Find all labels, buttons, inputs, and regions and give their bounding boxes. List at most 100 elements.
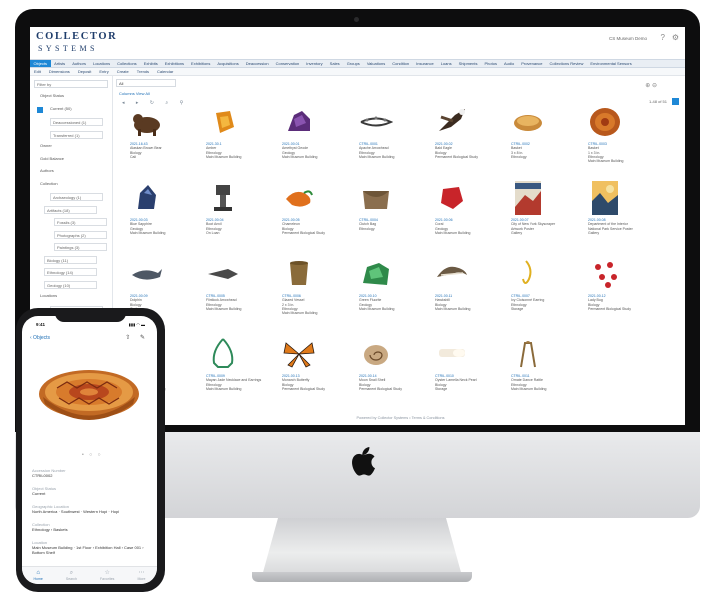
object-thumbnail[interactable] — [435, 105, 469, 139]
sidebar-filter-item[interactable]: Fossils (3) — [54, 218, 107, 226]
object-card[interactable]: CTRIL.0005 Flintlock Arrowhead Ethnology Ma… — [194, 257, 264, 332]
object-thumbnail[interactable] — [588, 105, 622, 139]
object-thumbnail[interactable] — [282, 257, 316, 291]
nav-tab[interactable]: Conservation — [272, 61, 303, 66]
object-thumbnail[interactable] — [588, 181, 622, 215]
subnav-item[interactable]: Create — [113, 69, 133, 74]
sidebar-filter-item[interactable]: Collection — [40, 181, 58, 186]
object-card[interactable]: 2021.00.10 Green Fluorite Geology Main Muse… — [347, 257, 417, 332]
object-thumbnail[interactable] — [359, 337, 393, 371]
subnav-item[interactable]: Calendar — [153, 69, 177, 74]
object-thumbnail[interactable] — [130, 181, 164, 215]
object-thumbnail[interactable] — [511, 257, 545, 291]
object-card[interactable]: 2021.00.12 Lady Bug Biology Permanent Biolo… — [576, 257, 646, 332]
user-menu[interactable]: CS Museum Demo — [609, 36, 647, 41]
object-card[interactable]: 2021.00.08 Department of the Interior Nati… — [576, 181, 646, 256]
object-thumbnail[interactable] — [282, 337, 316, 371]
view-select[interactable]: All — [116, 79, 176, 87]
object-card[interactable]: CTRIL.0002 Basket 3 x 8 in. Ethnology — [499, 105, 569, 180]
mobile-tab[interactable]: ⌂ Home — [34, 570, 43, 582]
sidebar-filter-item[interactable]: Photographs (2) — [54, 230, 107, 239]
nav-tab[interactable]: Acquisitions — [214, 61, 242, 66]
nav-tab[interactable]: Valuations — [363, 61, 388, 66]
nav-tab[interactable]: Deaccession — [242, 61, 272, 66]
mobile-tab[interactable]: ⋯ More — [137, 570, 145, 582]
sidebar-filter-item[interactable]: Deaccessioned (1) — [50, 118, 103, 126]
sidebar-filter-item[interactable]: Archaeology (1) — [50, 193, 103, 201]
object-thumbnail[interactable] — [359, 181, 393, 215]
mobile-tab[interactable]: ⌕ Search — [66, 570, 77, 582]
object-thumbnail[interactable] — [435, 257, 469, 291]
object-thumbnail[interactable] — [206, 181, 240, 215]
object-card[interactable]: 2021.30.1 Amber Ethnology Main Museum Build… — [194, 105, 264, 180]
sidebar-filter-item[interactable]: Owner — [40, 143, 52, 148]
object-card[interactable]: 2021.00.14 Moon Snail Shell Biology Permane… — [347, 337, 417, 412]
subnav-item[interactable]: Entry — [95, 69, 112, 74]
object-thumbnail[interactable] — [435, 337, 469, 371]
sidebar-filter-item[interactable]: Authors — [40, 168, 54, 173]
nav-tab[interactable]: Locations — [89, 61, 113, 66]
object-thumbnail[interactable] — [511, 181, 545, 215]
carousel-dots[interactable]: • ○ ○ — [82, 452, 103, 458]
object-thumbnail[interactable] — [130, 257, 164, 291]
sidebar-filter-item[interactable]: Current (50) — [50, 106, 72, 111]
object-thumbnail[interactable] — [282, 181, 316, 215]
nav-tab[interactable]: Environmental Sensors — [587, 61, 635, 66]
object-thumbnail[interactable] — [206, 105, 240, 139]
object-card[interactable]: CTRIL.0004 Clutch Bag Ethnology — [347, 181, 417, 256]
nav-tab[interactable]: Exhibitions — [161, 61, 187, 66]
sidebar-filter-item[interactable]: Biology (11) — [44, 255, 97, 264]
object-card[interactable]: 2021.00.05 Chameleon Biology Permanent Biol… — [270, 181, 340, 256]
back-button[interactable]: ‹ Objects — [30, 335, 50, 341]
object-thumbnail[interactable] — [206, 337, 240, 371]
nav-tab[interactable]: Artists — [51, 61, 69, 66]
nav-tab[interactable]: Collections Review — [546, 61, 587, 66]
nav-tab[interactable]: Audio — [500, 61, 517, 66]
object-card[interactable]: 2021.16.43 Alaskan Brown Bear Biology Cali — [118, 105, 188, 180]
filter-input[interactable]: Filter by — [34, 80, 108, 88]
sidebar-filter-item[interactable]: Locations — [40, 293, 57, 298]
object-card[interactable]: 2021.00.02 Bald Eagle Biology Permanent Bio… — [423, 105, 493, 180]
nav-tab[interactable]: Sales — [326, 61, 343, 66]
share-edit-icons[interactable]: ⇧ ✎ — [125, 334, 149, 341]
object-card[interactable]: CTRIL.0009 Mayan Jade Necklace and Earrin… — [194, 337, 264, 412]
nav-tab[interactable]: Condition — [389, 61, 413, 66]
nav-tab[interactable]: Photos — [481, 61, 500, 66]
object-thumbnail[interactable] — [435, 181, 469, 215]
object-thumbnail[interactable] — [282, 105, 316, 139]
nav-tab[interactable]: Authors — [69, 61, 90, 66]
subnav-item[interactable]: Edit — [30, 69, 45, 74]
subnav-item[interactable]: Trends — [133, 69, 153, 74]
object-card[interactable]: 2021.00.06 Coral Geology Main Museum Buildi… — [423, 181, 493, 256]
sidebar-filter-item[interactable]: Artifacts (18) — [44, 205, 97, 214]
nav-tab[interactable]: Exhibitions — [188, 61, 214, 66]
nav-tab[interactable]: Groups — [343, 61, 363, 66]
sidebar-filter-item[interactable]: Object Status — [40, 93, 64, 98]
object-card[interactable]: CTRIL.0011 Ornate Dance Rattle Ethnology Ma… — [499, 337, 569, 412]
object-card[interactable]: 2021.00.04 Boot Anvil Ethnology On Loan — [194, 181, 264, 256]
settings-icon[interactable]: ⚙ — [672, 33, 679, 42]
nav-tab[interactable]: Provenance — [518, 61, 546, 66]
object-card[interactable]: 2021.00.07 City of New York Skyscraper Art… — [499, 181, 569, 256]
object-card[interactable]: CTRIL.0010 Oyster Lamella Neck Pearl Biolo… — [423, 337, 493, 412]
grid-view-toggle[interactable] — [672, 98, 679, 105]
checkbox-icon[interactable] — [37, 106, 43, 113]
object-card[interactable]: 2021.00.11 Hawksbill Biology Main Museum Bu… — [423, 257, 493, 332]
object-thumbnail[interactable] — [588, 257, 622, 291]
object-thumbnail[interactable] — [359, 105, 393, 139]
nav-tab[interactable]: Inventory — [303, 61, 326, 66]
object-thumbnail[interactable] — [359, 257, 393, 291]
object-thumbnail[interactable] — [206, 257, 240, 291]
subnav-item[interactable]: Dimensions — [45, 69, 74, 74]
object-card[interactable]: CTRIL.0003 Basket 1 x 3 in. Ethnology Main M… — [576, 105, 646, 180]
subnav-item[interactable]: Deposit — [74, 69, 96, 74]
object-thumbnail[interactable] — [511, 105, 545, 139]
nav-tab[interactable]: Shipments — [455, 61, 481, 66]
object-card[interactable]: CTRIL.0006 Glazed Vessel 2 x 3 in. Ethnolog… — [270, 257, 340, 332]
nav-tab[interactable]: Exhibits — [140, 61, 161, 66]
nav-tab[interactable]: Insurance — [413, 61, 438, 66]
mobile-tab[interactable]: ☆ Favorites — [100, 570, 114, 582]
columns-link[interactable]: Columns View All — [119, 91, 150, 96]
nav-tab[interactable]: Loans — [437, 61, 455, 66]
object-card[interactable]: 2021.00.01 Amethyst Geode Geology Main Muse… — [270, 105, 340, 180]
